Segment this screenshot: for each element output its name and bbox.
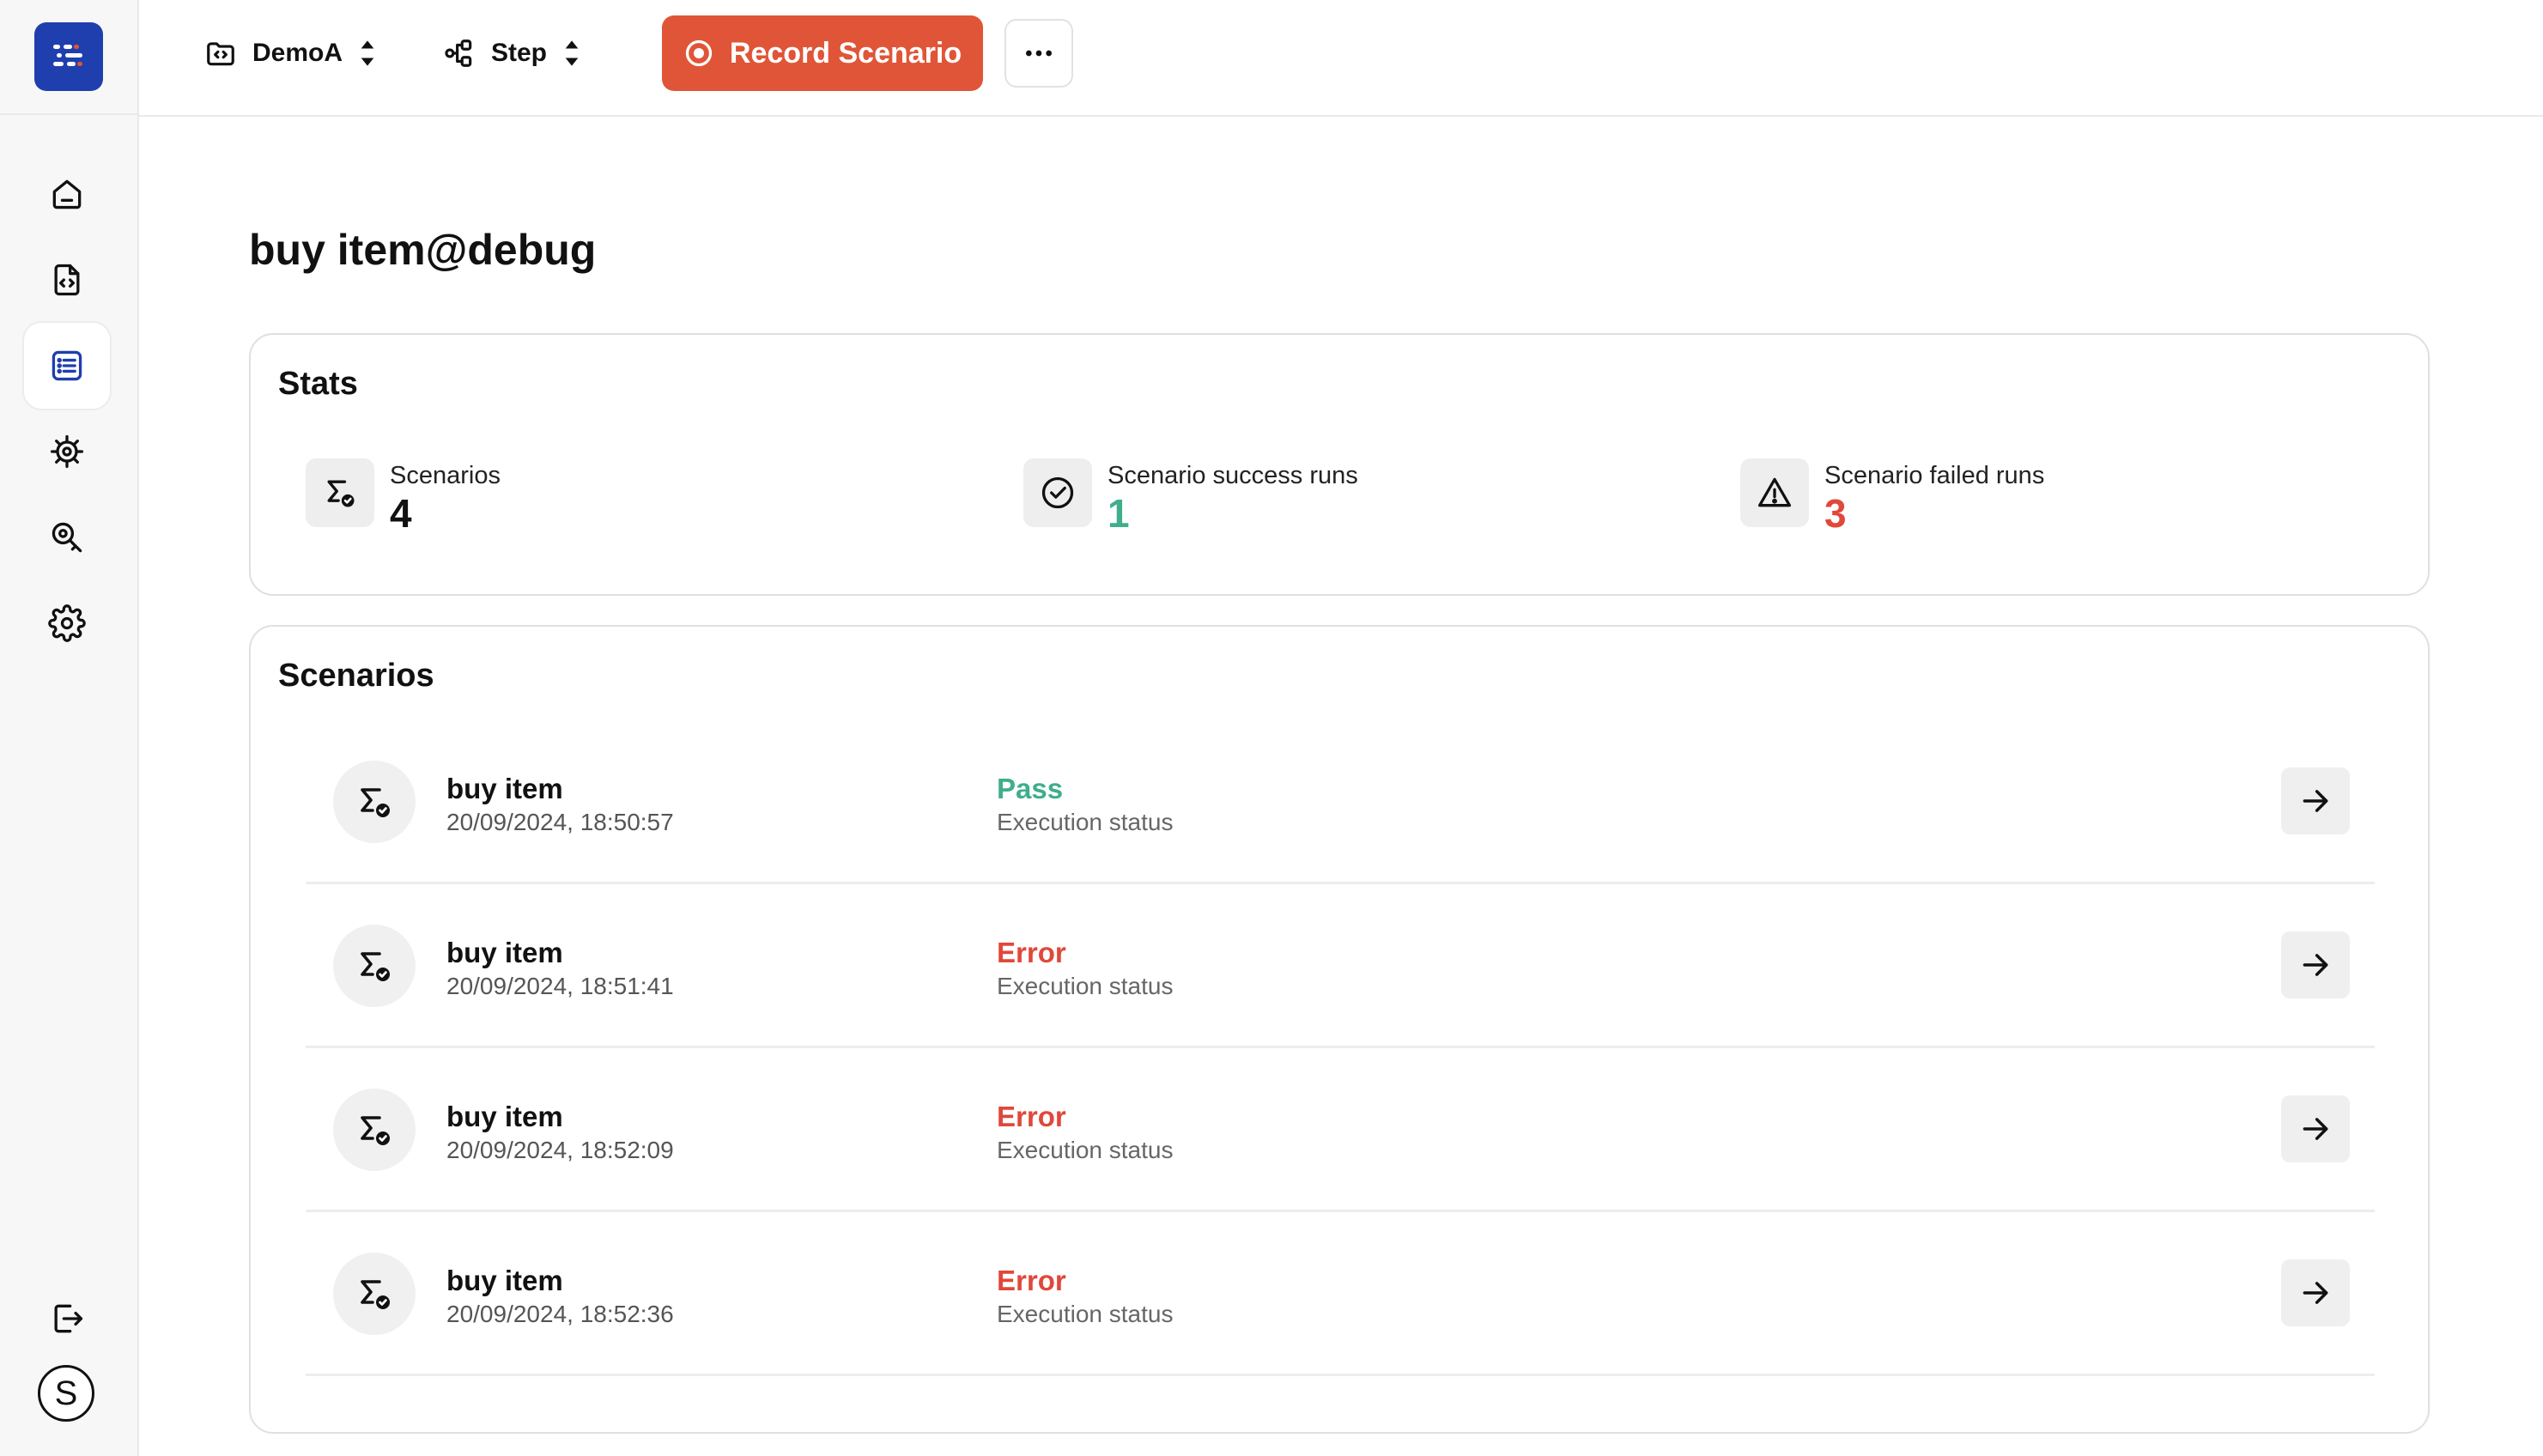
sidebar-item-debug[interactable] (24, 409, 110, 494)
logo-area (0, 0, 137, 115)
arrow-right-icon (2303, 954, 2328, 976)
execution-status: Error (997, 937, 1066, 968)
scenario-name: buy item (446, 937, 563, 968)
file-code-icon (54, 264, 80, 296)
scenario-row[interactable]: buy item 20/09/2024, 18:50:57 Pass Execu… (306, 721, 2375, 884)
arrow-right-icon (2303, 1118, 2328, 1140)
scenario-icon-circle (333, 1089, 416, 1171)
record-scenario-label: Record Scenario (729, 36, 962, 70)
stat-success-label: Scenario success runs (1108, 462, 1358, 489)
warning-icon (1757, 477, 1792, 507)
updown-icon (565, 40, 579, 66)
top-bar: DemoA Step Record Scenario (139, 0, 2543, 117)
scenario-icon-circle (333, 925, 416, 1007)
execution-status: Pass (997, 773, 1064, 804)
stats-card: Stats Scenarios 4 Scenario success runs … (249, 333, 2430, 596)
open-scenario-button[interactable] (2281, 767, 2350, 834)
logout-button[interactable] (24, 1276, 110, 1362)
project-selector-label: DemoA (252, 39, 343, 67)
workflow-icon (445, 39, 472, 67)
sidebar-item-inspect[interactable] (24, 494, 110, 580)
open-scenario-button[interactable] (2281, 1259, 2350, 1326)
execution-status-label: Execution status (997, 1137, 1174, 1163)
sidebar-item-scenarios[interactable] (24, 323, 110, 409)
execution-status-label: Execution status (997, 809, 1174, 835)
stat-failed-icon-box (1740, 458, 1809, 527)
open-scenario-button[interactable] (2281, 931, 2350, 998)
arrow-right-icon (2303, 1282, 2328, 1304)
project-selector[interactable]: DemoA (204, 26, 377, 81)
scenarios-card: Scenarios buy item 20/09/2024, 18:50:57 … (249, 625, 2430, 1434)
stat-success-icon-box (1023, 458, 1092, 527)
execution-status: Error (997, 1101, 1066, 1132)
user-avatar[interactable]: S (38, 1365, 94, 1422)
sigma-check-icon (327, 480, 355, 507)
scenario-row[interactable]: buy item 20/09/2024, 18:51:41 Error Exec… (306, 885, 2375, 1048)
execution-status-label: Execution status (997, 973, 1174, 999)
sidebar-item-files[interactable] (24, 237, 110, 323)
scenario-date: 20/09/2024, 18:50:57 (446, 809, 674, 835)
folder-code-icon (207, 42, 234, 66)
scenarios-title: Scenarios (278, 658, 434, 694)
stat-scenarios-value: 4 (390, 491, 412, 536)
execution-status-label: Execution status (997, 1301, 1174, 1327)
stat-success-runs: Scenario success runs 1 (1023, 458, 1358, 533)
sidebar-item-settings[interactable] (24, 580, 110, 666)
scenario-name: buy item (446, 1265, 563, 1296)
stat-failed-value: 3 (1824, 491, 1847, 536)
logout-icon (54, 1304, 83, 1333)
scenario-row[interactable]: buy item 20/09/2024, 18:52:36 Error Exec… (306, 1213, 2375, 1376)
stat-scenarios: Scenarios 4 (306, 458, 501, 533)
gear-icon (48, 604, 86, 642)
stats-title: Stats (278, 366, 358, 402)
home-icon (52, 179, 82, 209)
more-options-button[interactable] (1004, 19, 1073, 88)
scenario-icon-circle (333, 761, 416, 843)
scenario-name: buy item (446, 1101, 563, 1132)
page-title: buy item@debug (249, 226, 597, 274)
logo-icon (53, 45, 82, 66)
open-scenario-button[interactable] (2281, 1095, 2350, 1162)
check-circle-icon (1041, 476, 1074, 509)
sidebar: S (0, 0, 139, 1456)
stat-failed-runs: Scenario failed runs 3 (1740, 458, 2044, 533)
scenario-icon-circle (333, 1253, 416, 1335)
more-horizontal-icon (1026, 50, 1052, 57)
sigma-check-icon (361, 1280, 390, 1309)
record-icon (685, 39, 713, 67)
stat-success-value: 1 (1108, 491, 1130, 536)
list-icon (52, 350, 82, 381)
scenario-date: 20/09/2024, 18:52:36 (446, 1301, 674, 1327)
execution-status: Error (997, 1265, 1066, 1296)
app-logo[interactable] (34, 22, 103, 91)
record-scenario-button[interactable]: Record Scenario (662, 15, 983, 91)
mode-selector[interactable]: Step (443, 26, 581, 81)
sigma-check-icon (361, 788, 390, 817)
sigma-check-icon (361, 952, 390, 981)
arrow-right-icon (2303, 790, 2328, 812)
scenario-date: 20/09/2024, 18:51:41 (446, 973, 674, 999)
updown-icon (361, 40, 374, 66)
mode-selector-label: Step (491, 39, 548, 67)
stat-failed-label: Scenario failed runs (1824, 462, 2045, 489)
bug-icon (50, 434, 84, 469)
scenario-date: 20/09/2024, 18:52:09 (446, 1137, 674, 1163)
search-key-icon (52, 522, 82, 553)
stat-scenarios-icon-box (306, 458, 374, 527)
scenario-row[interactable]: buy item 20/09/2024, 18:52:09 Error Exec… (306, 1049, 2375, 1212)
stat-scenarios-label: Scenarios (390, 462, 501, 489)
sidebar-item-home[interactable] (24, 151, 110, 237)
sigma-check-icon (361, 1116, 390, 1145)
scenario-name: buy item (446, 773, 563, 804)
